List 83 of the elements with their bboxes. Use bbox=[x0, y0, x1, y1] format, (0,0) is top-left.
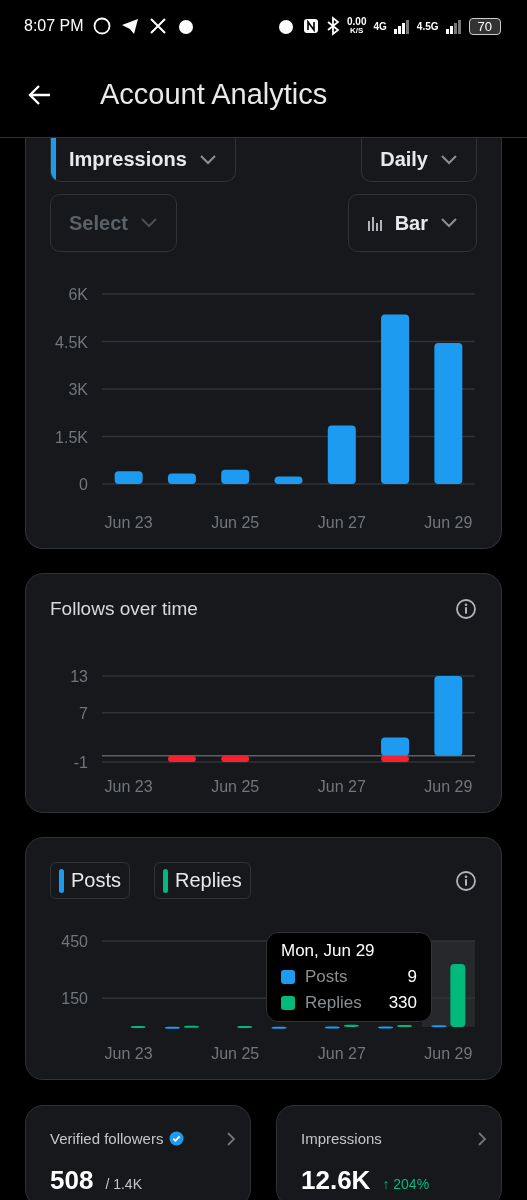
bar bbox=[114, 471, 143, 484]
axis-label: Jun 23 bbox=[104, 778, 153, 795]
bar bbox=[221, 755, 250, 762]
bar bbox=[431, 1025, 447, 1028]
network-speed: 0.00 bbox=[347, 17, 367, 27]
axis-label: Jun 25 bbox=[211, 1045, 260, 1062]
tooltip-value: 9 bbox=[407, 967, 417, 987]
stat-value: 508 bbox=[50, 1165, 94, 1196]
dropdown[interactable]: Bar bbox=[347, 194, 477, 252]
chevron-down-icon bbox=[139, 217, 158, 229]
chevron-right-icon bbox=[226, 1130, 236, 1147]
x-logo-icon bbox=[147, 16, 168, 36]
chevron-down-icon bbox=[198, 153, 217, 166]
clock-time: 8:07 PM bbox=[24, 17, 84, 35]
legend-chip[interactable]: Posts bbox=[50, 862, 131, 899]
axis-label: Jun 27 bbox=[317, 778, 366, 795]
axis-label: 450 bbox=[61, 933, 88, 950]
axis-label: Jun 23 bbox=[104, 1045, 153, 1062]
bar bbox=[167, 755, 196, 762]
bar bbox=[164, 1026, 180, 1029]
bar bbox=[327, 425, 356, 484]
chevron-down-icon bbox=[440, 153, 458, 166]
bar bbox=[324, 1026, 340, 1029]
network-type: 4G bbox=[373, 20, 387, 32]
back-button[interactable] bbox=[28, 83, 52, 106]
bar bbox=[450, 963, 466, 1027]
tooltip-value: 330 bbox=[388, 993, 417, 1013]
axis-label: 150 bbox=[61, 990, 88, 1008]
axis-label: 6K bbox=[68, 286, 88, 303]
stat-card[interactable]: Impressions 12.6K ↑ 204% bbox=[276, 1105, 502, 1200]
stat-change: / 1.4K bbox=[105, 1176, 142, 1192]
signal-icon bbox=[393, 18, 410, 34]
stat-card[interactable]: Verified followers 508 / 1.4K bbox=[25, 1105, 251, 1200]
stat-change: ↑ 204% bbox=[382, 1176, 430, 1192]
info-icon[interactable] bbox=[455, 598, 477, 620]
axis-label: 1.5K bbox=[55, 428, 88, 446]
metric-accent bbox=[51, 138, 56, 181]
axis-label: Jun 25 bbox=[211, 778, 260, 795]
axis-label: Jun 29 bbox=[424, 778, 473, 795]
axis-label: 13 bbox=[70, 668, 88, 685]
bar bbox=[221, 469, 250, 484]
signal-icon bbox=[445, 18, 462, 34]
battery-level: 70 bbox=[468, 17, 501, 35]
axis-label: Jun 25 bbox=[211, 514, 260, 531]
bar bbox=[130, 1026, 146, 1029]
axis-label: 7 bbox=[79, 704, 88, 722]
bar bbox=[271, 1026, 287, 1029]
dropdown[interactable]: Impressions bbox=[50, 138, 236, 182]
bar bbox=[237, 1026, 253, 1029]
axis-label: Jun 23 bbox=[104, 514, 153, 531]
legend-chip[interactable]: Replies bbox=[154, 862, 251, 899]
dropdown[interactable]: Daily bbox=[361, 138, 477, 182]
tooltip-title: Mon, Jun 29 bbox=[281, 941, 375, 960]
bar-chart-icon bbox=[366, 215, 383, 231]
axis-label: 0 bbox=[79, 476, 88, 493]
chevron-down-icon bbox=[440, 217, 458, 229]
bar bbox=[378, 1026, 394, 1029]
stat-value: 12.6K bbox=[301, 1165, 371, 1196]
bar bbox=[167, 473, 196, 484]
tooltip-label: Posts bbox=[305, 967, 349, 987]
speed-unit: K/S bbox=[350, 27, 364, 35]
network-type: 4.5G bbox=[416, 20, 439, 32]
bar bbox=[274, 476, 303, 484]
axis-label: Jun 29 bbox=[424, 1045, 473, 1062]
stat-title: Verified followers bbox=[50, 1130, 164, 1147]
card-title: Follows over time bbox=[50, 598, 198, 620]
axis-label: Jun 27 bbox=[317, 1045, 366, 1062]
axis-label: Jun 27 bbox=[317, 514, 366, 531]
bar bbox=[397, 1025, 413, 1028]
info-icon[interactable] bbox=[455, 869, 477, 892]
axis-label: -1 bbox=[73, 754, 88, 771]
bar bbox=[183, 1025, 199, 1028]
stat-title: Impressions bbox=[301, 1130, 382, 1147]
axis-label: 4.5K bbox=[55, 333, 88, 351]
tooltip-label: Replies bbox=[305, 993, 363, 1013]
back-arrow-icon bbox=[28, 83, 52, 106]
nfc-icon bbox=[303, 18, 320, 34]
chevron-right-icon bbox=[477, 1130, 487, 1147]
page-title: Account Analytics bbox=[100, 78, 328, 111]
bar bbox=[343, 1024, 359, 1027]
axis-label: 3K bbox=[68, 381, 88, 398]
bluetooth-icon bbox=[326, 16, 341, 36]
axis-label: Jun 29 bbox=[424, 514, 473, 531]
